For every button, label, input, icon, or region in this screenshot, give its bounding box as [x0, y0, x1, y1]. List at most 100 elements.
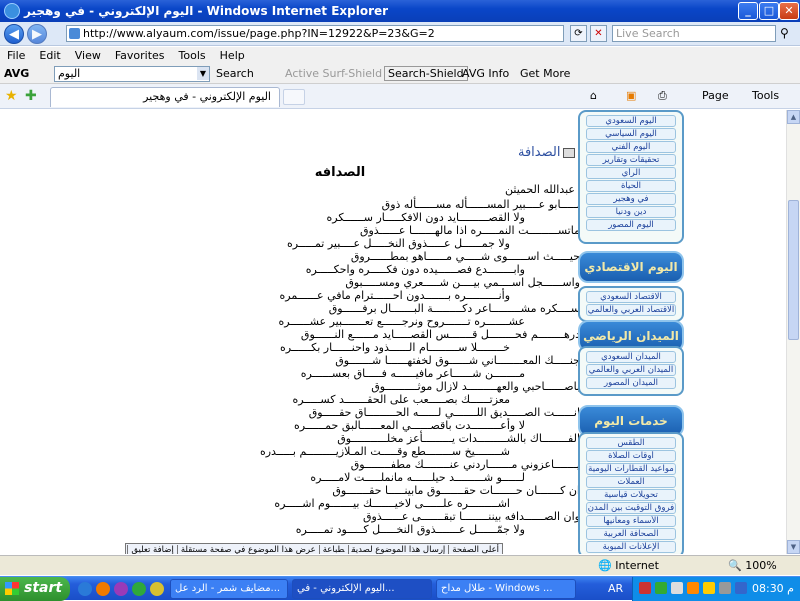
folder-quicklaunch-icon[interactable]	[150, 582, 164, 596]
print-link[interactable]: طباعة	[318, 545, 348, 554]
send-to-friend-link[interactable]: إرسال هذا الموضوع لصديق	[347, 545, 449, 554]
maximize-button[interactable]: □	[759, 2, 779, 20]
poem-line: باصــــــاحبي والعهـــــــــد لازال موثـ…	[371, 380, 580, 393]
sidebar-link[interactable]: الرأي	[586, 167, 676, 179]
sidebar-link[interactable]: الإعلانات المبوبة	[586, 541, 676, 553]
ie-quicklaunch-icon[interactable]	[78, 582, 92, 596]
sidebar-link[interactable]: الاقتصاد السعودي	[586, 291, 676, 303]
avg-info-button[interactable]: AVG Info	[462, 67, 509, 80]
sidebar-link[interactable]: فروق التوقيت بين المدن	[586, 502, 676, 514]
home-icon[interactable]: ⌂	[590, 89, 597, 102]
media-quicklaunch-icon[interactable]	[114, 582, 128, 596]
language-indicator[interactable]: AR	[608, 582, 623, 595]
status-bar: 🌐 Internet 🔍 100%	[0, 555, 800, 575]
tray-icon-4[interactable]	[687, 582, 699, 594]
poem-line: حيـــــث اســــــوى شـــــي مــــــاهو ب…	[350, 250, 580, 263]
avg-search-button[interactable]: Search	[216, 67, 254, 80]
tools-menu[interactable]: Tools	[752, 89, 779, 102]
firefox-quicklaunch-icon[interactable]	[96, 582, 110, 596]
task-forum[interactable]: مضايف شمر - الرد عل...	[170, 579, 288, 599]
tray-icon-2[interactable]	[655, 582, 667, 594]
start-button[interactable]: start	[0, 577, 70, 601]
sidebar-link[interactable]: اليوم الفني	[586, 141, 676, 153]
live-search-input[interactable]: Live Search	[612, 25, 776, 42]
scroll-thumb[interactable]	[788, 200, 799, 340]
sidebar-link[interactable]: الطقس	[586, 437, 676, 449]
minimize-button[interactable]: _	[738, 2, 758, 20]
stop-button[interactable]: ✕	[590, 25, 607, 42]
url-field[interactable]: http://www.alyaum.com/issue/page.php?IN=…	[66, 25, 564, 42]
sidebar-link[interactable]: الصحافة العربية	[586, 528, 676, 540]
menu-bar: File Edit View Favorites Tools Help	[0, 47, 800, 64]
sidebar-link[interactable]: العملات	[586, 476, 676, 488]
menu-edit[interactable]: Edit	[32, 47, 67, 62]
sidebar-link[interactable]: الأسماء ومعانيها	[586, 515, 676, 527]
new-tab-button[interactable]	[283, 89, 305, 105]
sidebar-link[interactable]: الاقتصاد العربي والعالمي	[586, 304, 676, 316]
poem-line: اشـــــــــره علــــــى لاخيـــــــك بيـ…	[274, 497, 510, 510]
scroll-down-icon[interactable]: ▼	[787, 540, 800, 554]
tab-active[interactable]: اليوم الإلكتروني - في وهجير	[50, 87, 280, 107]
sidebar-link[interactable]: الميدان السعودي	[586, 351, 676, 363]
sidebar-link[interactable]: الميدان المصور	[586, 377, 676, 389]
refresh-button[interactable]: ⟳	[570, 25, 587, 42]
sidebar-link[interactable]: تحقيقات وتقارير	[586, 154, 676, 166]
system-tray: م 08:30	[632, 577, 800, 601]
favorites-star-icon[interactable]: ★	[5, 88, 18, 104]
poem-line: عشـــــــره تـــــــروح ونرجــــــع تعــ…	[278, 315, 525, 328]
sidebar-link[interactable]: دين ودنيا	[586, 206, 676, 218]
add-favorites-icon[interactable]: ✚	[25, 88, 37, 104]
back-button[interactable]: ◀	[4, 24, 24, 44]
search-icon[interactable]: ⚲	[780, 26, 789, 40]
menu-help[interactable]: Help	[213, 47, 252, 62]
avg-logo: AVG	[4, 67, 30, 80]
sidebar-link[interactable]: مواعيد القطارات اليومية	[586, 463, 676, 475]
sidebar-link[interactable]: الحياة	[586, 180, 676, 192]
article-actions: أعلى الصفحةإرسال هذا الموضوع لصديقطباعةع…	[125, 543, 503, 554]
chevron-down-icon[interactable]: ▼	[197, 67, 209, 80]
sidebar-link[interactable]: اليوم السعودي	[586, 115, 676, 127]
menu-favorites[interactable]: Favorites	[108, 47, 172, 62]
tray-icon-5[interactable]	[703, 582, 715, 594]
section-title[interactable]: الصدافة	[518, 145, 576, 160]
task-alyaum[interactable]: اليوم الإلكتروني - في...	[292, 579, 432, 599]
poem-line: معزتــــــك بصـــــعب على الحقـــــــد ك…	[292, 393, 510, 406]
search-shield-button[interactable]: Search-Shield	[384, 66, 468, 81]
close-button[interactable]: ✕	[779, 2, 799, 20]
feeds-icon[interactable]: ▣	[626, 89, 636, 102]
menu-tools[interactable]: Tools	[172, 47, 213, 62]
standalone-page-link[interactable]: عرض هذا الموضوع في صفحة مستقلة	[176, 545, 319, 554]
section-icon	[563, 147, 576, 158]
task-media-player[interactable]: طلال مداح - Windows ...	[436, 579, 576, 599]
window-titlebar: اليوم الإلكتروني - في وهجير - Windows In…	[0, 0, 800, 22]
messenger-quicklaunch-icon[interactable]	[132, 582, 146, 596]
tab-row: ★ ✚ اليوم الإلكتروني - في وهجير ⌂ ▣ ⎙ Pa…	[0, 84, 800, 109]
sidebar-link[interactable]: اليوم المصور	[586, 219, 676, 231]
menu-view[interactable]: View	[68, 47, 108, 62]
poem-line: وأنــــــــــره بـــــــدون احــــــترام…	[279, 289, 510, 302]
page-menu[interactable]: Page	[702, 89, 729, 102]
sidebar-box-sports: الميدان السعودي الميدان العربي والعالمي ال…	[578, 346, 684, 396]
sidebar-link[interactable]: الميدان العربي والعالمي	[586, 364, 676, 376]
zoom-level[interactable]: 🔍 100%	[728, 559, 777, 572]
top-of-page-link[interactable]: أعلى الصفحة	[448, 545, 502, 554]
print-icon[interactable]: ⎙	[658, 89, 667, 103]
scroll-up-icon[interactable]: ▲	[787, 110, 800, 124]
sidebar-link[interactable]: تحويلات قياسية	[586, 489, 676, 501]
sidebar-link[interactable]: في وهجير	[586, 193, 676, 205]
active-surf-shield[interactable]: Active Surf-Shield	[285, 67, 382, 80]
tray-icon-3[interactable]	[671, 582, 683, 594]
sidebar-link[interactable]: أوقات الصلاة	[586, 450, 676, 462]
get-more-button[interactable]: Get More	[520, 67, 570, 80]
avg-search-input[interactable]: اليوم	[54, 66, 210, 82]
forward-button[interactable]: ▶	[27, 24, 47, 44]
volume-icon[interactable]	[719, 582, 731, 594]
vertical-scrollbar[interactable]: ▲ ▼	[786, 110, 800, 554]
add-comment-link[interactable]: إضافة تعليق	[127, 545, 177, 554]
sidebar-link[interactable]: اليوم السياسي	[586, 128, 676, 140]
ie-icon	[4, 3, 20, 19]
sidebar: اليوم السعودي اليوم السياسي اليوم الفني تحق…	[578, 110, 684, 554]
network-icon[interactable]	[735, 582, 747, 594]
menu-file[interactable]: File	[0, 47, 32, 62]
tray-icon-1[interactable]	[639, 582, 651, 594]
